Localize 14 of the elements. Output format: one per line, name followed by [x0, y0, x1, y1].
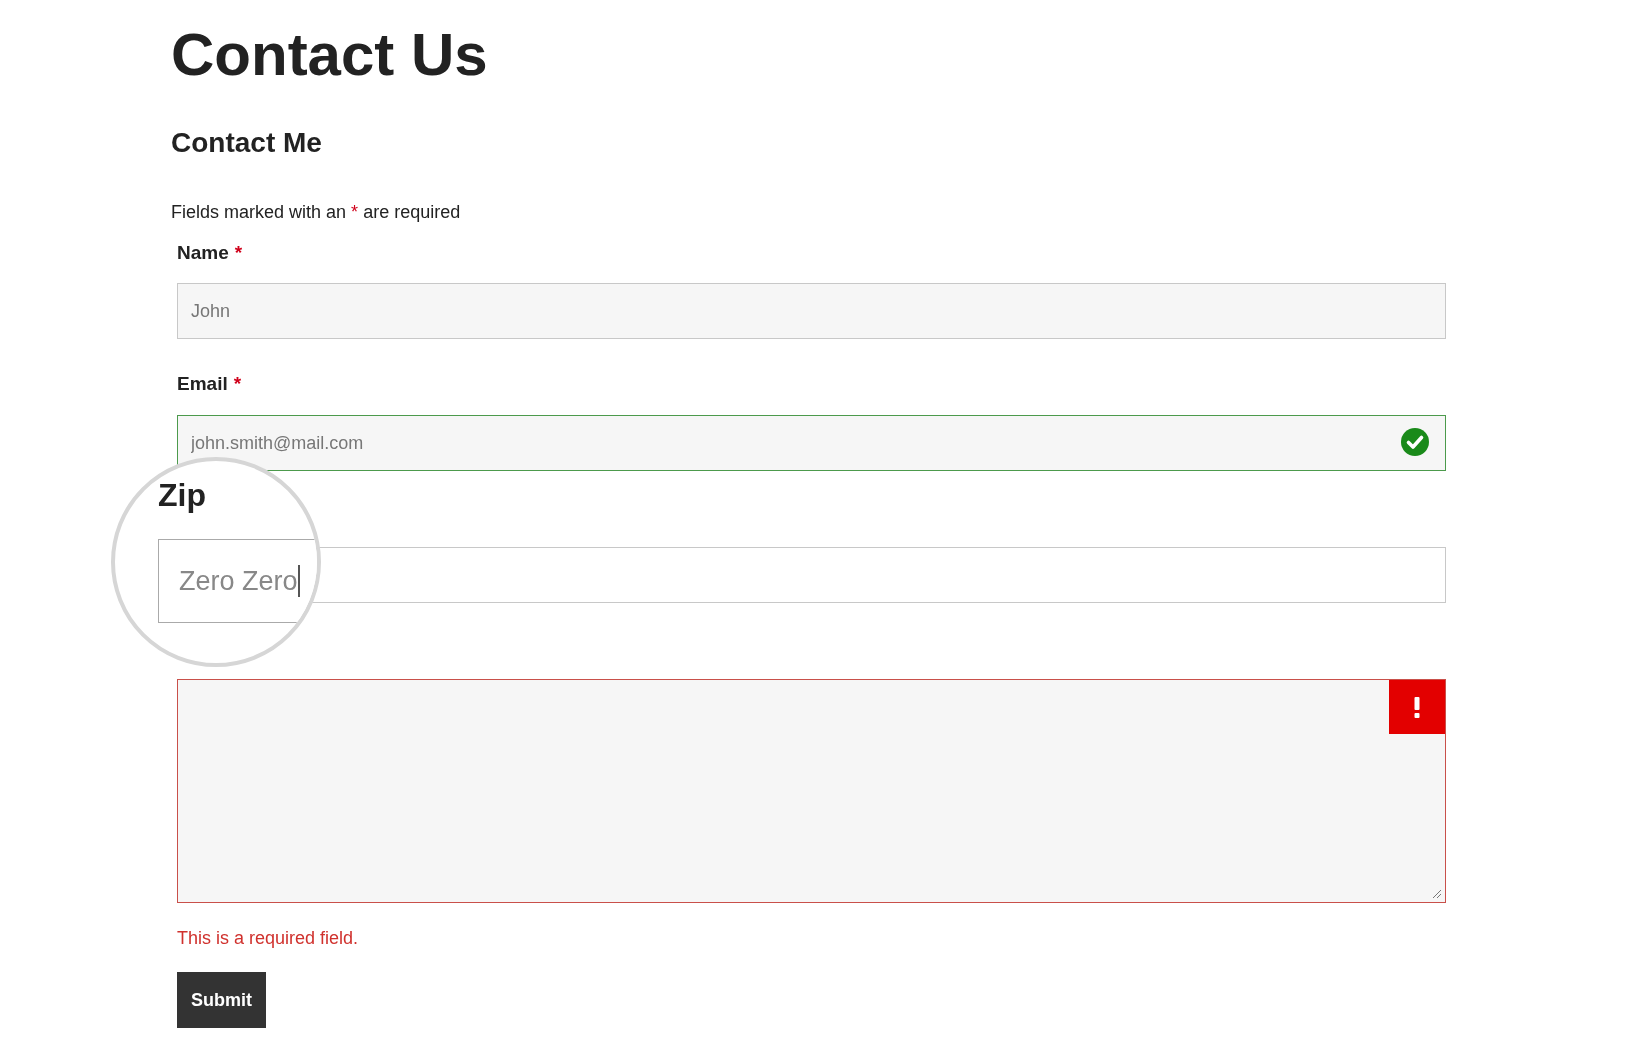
field-label: Name * [177, 241, 243, 265]
page-title: Contact Us [171, 24, 488, 86]
submit-button[interactable]: Submit [177, 972, 266, 1028]
resize-handle-icon[interactable] [1432, 889, 1442, 899]
check-circle-icon [1400, 427, 1430, 457]
alert-icon [1389, 680, 1445, 734]
text-field[interactable]: John [177, 283, 1446, 339]
field-label: Zip [158, 476, 206, 515]
error-message: This is a required field. [177, 927, 359, 950]
required-note: Fields marked with an * are required [171, 201, 461, 224]
message-field[interactable] [177, 679, 1446, 903]
form-title: Contact Me [171, 126, 322, 160]
text-field[interactable]: john.smith@mail.com [177, 415, 1446, 471]
field-label: Email * [177, 372, 242, 396]
